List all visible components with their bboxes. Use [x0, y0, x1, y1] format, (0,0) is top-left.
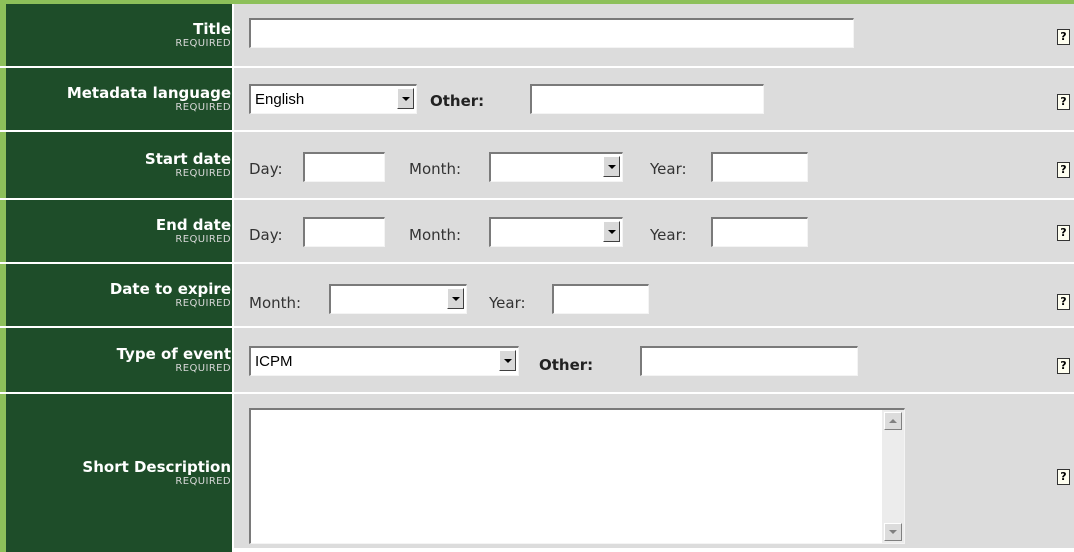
- start-year-input[interactable]: [711, 152, 808, 182]
- start-day-label: Day:: [249, 160, 283, 178]
- type-of-event-other-label: Other:: [539, 356, 594, 374]
- row-type-of-event: Type of event REQUIRED ICPM Other: ?: [0, 328, 1074, 394]
- chevron-down-icon[interactable]: [603, 221, 620, 242]
- row-short-description: Short Description REQUIRED ?: [0, 394, 1074, 552]
- end-year-input[interactable]: [711, 217, 808, 247]
- required-indicator: REQUIRED: [175, 362, 231, 374]
- chevron-down-icon[interactable]: [397, 88, 414, 109]
- field-label-cell: End date REQUIRED: [0, 200, 232, 262]
- start-year-label: Year:: [650, 160, 687, 178]
- required-indicator: REQUIRED: [175, 475, 231, 487]
- expire-month-label: Month:: [249, 294, 302, 312]
- title-input[interactable]: [249, 18, 854, 48]
- help-icon[interactable]: ?: [1057, 469, 1070, 485]
- required-indicator: REQUIRED: [175, 37, 231, 49]
- metadata-language-select[interactable]: English: [249, 84, 417, 114]
- textarea-scrollbar[interactable]: [882, 410, 904, 543]
- start-day-input[interactable]: [303, 152, 385, 182]
- help-icon[interactable]: ?: [1057, 162, 1070, 178]
- field-cell: Month: Year:: [234, 264, 1074, 326]
- expire-year-label: Year:: [489, 294, 526, 312]
- end-month-select[interactable]: [489, 217, 623, 247]
- field-label-cell: Type of event REQUIRED: [0, 328, 232, 392]
- field-cell: [234, 4, 1074, 66]
- row-title: Title REQUIRED ?: [0, 4, 1074, 68]
- field-label-cell: Title REQUIRED: [0, 4, 232, 66]
- field-label-cell: Metadata language REQUIRED: [0, 68, 232, 130]
- start-month-select[interactable]: [489, 152, 623, 182]
- expire-year-input[interactable]: [552, 284, 649, 314]
- scroll-down-icon[interactable]: [884, 523, 902, 541]
- short-description-textarea[interactable]: [249, 408, 905, 544]
- type-of-event-selected: ICPM: [255, 353, 293, 370]
- metadata-language-other-label: Other:: [430, 92, 485, 110]
- field-cell: [234, 394, 1074, 552]
- row-start-date: Start date REQUIRED Day: Month: Year: ?: [0, 132, 1074, 200]
- required-indicator: REQUIRED: [175, 101, 231, 113]
- scroll-up-icon[interactable]: [884, 412, 902, 430]
- expire-month-select[interactable]: [329, 284, 467, 314]
- field-label-cell: Start date REQUIRED: [0, 132, 232, 198]
- required-indicator: REQUIRED: [175, 167, 231, 179]
- row-date-to-expire: Date to expire REQUIRED Month: Year: ?: [0, 264, 1074, 328]
- field-cell: English Other:: [234, 68, 1074, 130]
- start-date-label: Start date: [144, 149, 231, 168]
- end-month-label: Month:: [409, 226, 462, 244]
- help-icon[interactable]: ?: [1057, 29, 1070, 45]
- type-of-event-other-input[interactable]: [640, 346, 858, 376]
- chevron-down-icon[interactable]: [603, 156, 620, 177]
- help-icon[interactable]: ?: [1057, 225, 1070, 241]
- field-label-cell: Date to expire REQUIRED: [0, 264, 232, 326]
- row-end-date: End date REQUIRED Day: Month: Year: ?: [0, 200, 1074, 264]
- required-indicator: REQUIRED: [175, 297, 231, 309]
- short-description-label: Short Description: [82, 457, 231, 476]
- required-indicator: REQUIRED: [175, 233, 231, 245]
- end-year-label: Year:: [650, 226, 687, 244]
- row-metadata-language: Metadata language REQUIRED English Other…: [0, 68, 1074, 132]
- help-icon[interactable]: ?: [1057, 94, 1070, 110]
- field-label-cell: Short Description REQUIRED: [0, 394, 232, 552]
- metadata-language-selected: English: [255, 91, 305, 108]
- type-of-event-select[interactable]: ICPM: [249, 346, 519, 376]
- title-label: Title: [193, 19, 231, 38]
- start-month-label: Month:: [409, 160, 462, 178]
- help-icon[interactable]: ?: [1057, 358, 1070, 374]
- field-cell: Day: Month: Year:: [234, 200, 1074, 262]
- metadata-language-other-input[interactable]: [530, 84, 764, 114]
- chevron-down-icon[interactable]: [447, 288, 464, 309]
- type-of-event-label: Type of event: [116, 344, 231, 363]
- help-icon[interactable]: ?: [1057, 294, 1070, 310]
- end-day-input[interactable]: [303, 217, 385, 247]
- field-cell: ICPM Other:: [234, 328, 1074, 392]
- end-day-label: Day:: [249, 226, 283, 244]
- field-cell: Day: Month: Year:: [234, 132, 1074, 198]
- end-date-label: End date: [155, 215, 231, 234]
- event-metadata-form: Title REQUIRED ? Metadata language REQUI…: [0, 0, 1074, 552]
- metadata-language-label: Metadata language: [66, 83, 231, 102]
- date-to-expire-label: Date to expire: [109, 279, 231, 298]
- chevron-down-icon[interactable]: [499, 350, 516, 371]
